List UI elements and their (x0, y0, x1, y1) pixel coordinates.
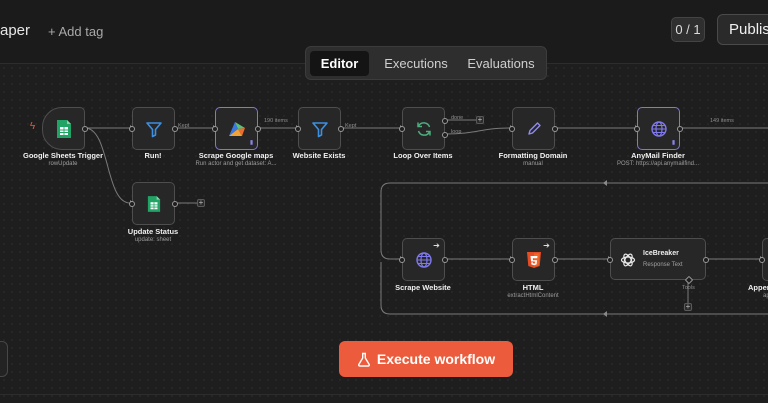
edge-label-loop: loop (451, 129, 462, 135)
output-port[interactable] (552, 126, 558, 132)
edge-label-items: 190 items (264, 118, 288, 124)
output-port[interactable] (255, 126, 261, 132)
add-tool-plus-icon[interactable]: + (684, 303, 692, 311)
node-subtitle: POST: https://api.anymailfind... (616, 161, 700, 167)
node-label: Update Status (127, 227, 179, 236)
execute-workflow-label: Execute workflow (376, 351, 496, 367)
input-port[interactable] (607, 257, 613, 263)
arrow-right-icon: ➔ (433, 241, 440, 250)
node-scrape-website[interactable]: ➔ (399, 238, 448, 281)
add-node-plus-icon[interactable]: + (476, 116, 484, 124)
globe-icon (650, 120, 667, 137)
node-subtitle: update: sheet (134, 237, 172, 243)
trigger-bolt-icon: ϟ (29, 121, 36, 132)
node-scrape-google-maps[interactable]: ▮ (212, 107, 261, 150)
loop-icon (416, 121, 431, 136)
node-subtitle: manual (523, 161, 543, 167)
output-port-done[interactable] (442, 118, 448, 124)
edge-label-tools: Tools (682, 285, 695, 291)
edge-label-items: 149 items (710, 118, 734, 124)
node-label: HTML (522, 283, 544, 292)
canvas-bottom-divider (0, 394, 768, 395)
node-google-sheets-trigger[interactable] (42, 107, 88, 150)
canvas-controls-stub[interactable] (0, 341, 8, 377)
node-subtitle: extractHtmlContent (507, 293, 559, 299)
input-port[interactable] (129, 201, 135, 207)
arrow-right-icon: ➔ (543, 241, 550, 250)
node-label: Formatting Domain (498, 151, 568, 160)
node-subtitle: rowUpdate (48, 161, 78, 167)
node-html[interactable]: ➔ (509, 238, 558, 281)
node-formatting-domain[interactable] (509, 107, 558, 150)
node-run[interactable] (129, 107, 178, 150)
node-label: Appen (748, 283, 768, 292)
node-subtitle: Response Text (643, 262, 683, 268)
output-port[interactable] (703, 257, 709, 263)
flask-icon (357, 352, 370, 367)
filter-icon (145, 121, 162, 137)
node-loop-over-items[interactable] (399, 107, 448, 150)
html5-icon (526, 251, 541, 268)
node-anymail-finder[interactable]: ▮ (634, 107, 683, 150)
output-port[interactable] (172, 126, 178, 132)
tab-evaluations[interactable]: Evaluations (459, 51, 543, 76)
output-port-loop[interactable] (442, 132, 448, 138)
tab-executions[interactable]: Executions (373, 51, 459, 76)
google-sheets-icon (56, 119, 71, 138)
globe-icon (415, 251, 432, 268)
view-tabs: Editor Executions Evaluations (305, 46, 547, 80)
input-port[interactable] (399, 126, 405, 132)
output-port[interactable] (442, 257, 448, 263)
output-port[interactable] (338, 126, 344, 132)
apify-icon (228, 121, 245, 136)
node-icebreaker[interactable]: IceBreaker Response Text (607, 238, 709, 285)
arrow-head (603, 180, 607, 186)
node-append[interactable] (759, 238, 768, 281)
tab-editor[interactable]: Editor (310, 51, 369, 76)
output-port[interactable] (82, 126, 88, 132)
edge-label-done: done (451, 115, 464, 121)
edge-label-kept: Kept (178, 123, 190, 129)
input-port[interactable] (399, 257, 405, 263)
pin-icon: ▮ (249, 140, 254, 146)
input-port[interactable] (212, 126, 218, 132)
node-label: IceBreaker (643, 250, 679, 257)
execute-workflow-button[interactable]: Execute workflow (339, 341, 513, 377)
openai-icon (620, 253, 636, 267)
node-website-exists[interactable] (295, 107, 344, 150)
input-port[interactable] (634, 126, 640, 132)
input-port[interactable] (509, 257, 515, 263)
input-port[interactable] (295, 126, 301, 132)
output-port[interactable] (677, 126, 683, 132)
arrow-head (603, 311, 607, 317)
edge-label-kept: Kept (345, 123, 357, 129)
output-port[interactable] (552, 257, 558, 263)
pin-icon: ▮ (671, 140, 676, 146)
node-subtitle: Run actor and get dataset: A... (195, 161, 277, 167)
output-port[interactable] (172, 201, 178, 207)
filter-icon (311, 121, 328, 137)
input-port[interactable] (129, 126, 135, 132)
add-node-plus-icon[interactable]: + (197, 199, 205, 207)
google-sheets-icon (147, 195, 160, 212)
input-port[interactable] (509, 126, 515, 132)
pencil-icon (527, 121, 541, 135)
node-update-status[interactable] (129, 182, 178, 225)
input-port[interactable] (759, 257, 765, 263)
node-label: AnyMail Finder (631, 151, 685, 160)
node-subtitle: ap (763, 293, 768, 299)
